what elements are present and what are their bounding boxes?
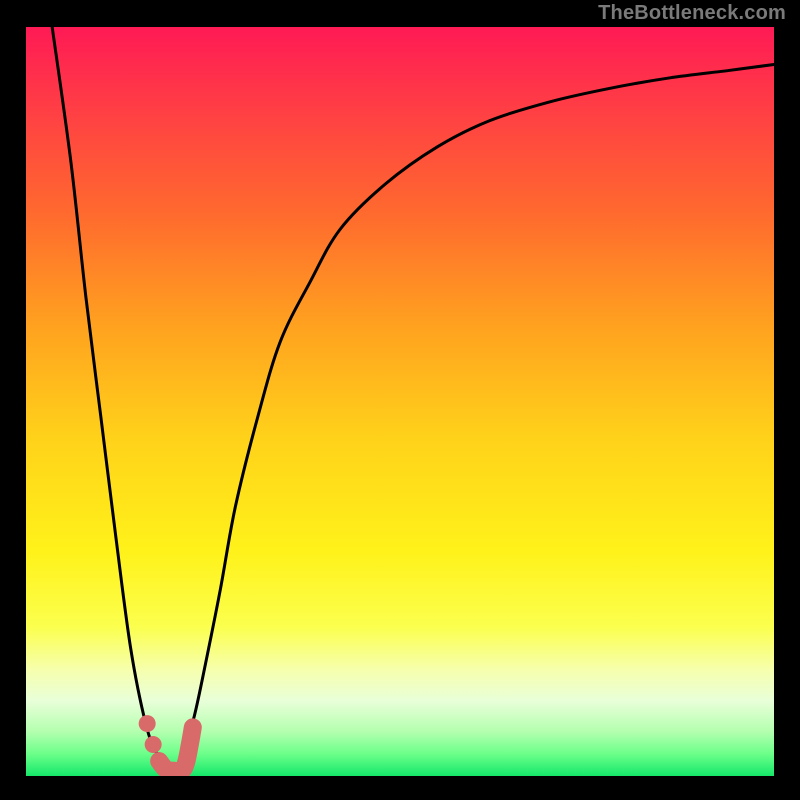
chart-stage: TheBottleneck.com: [0, 0, 800, 800]
gradient-background: [26, 27, 774, 776]
optimal-dot: [145, 736, 162, 753]
bottleneck-chart: [0, 0, 800, 800]
optimal-dot: [139, 715, 156, 732]
watermark-label: TheBottleneck.com: [598, 2, 786, 25]
